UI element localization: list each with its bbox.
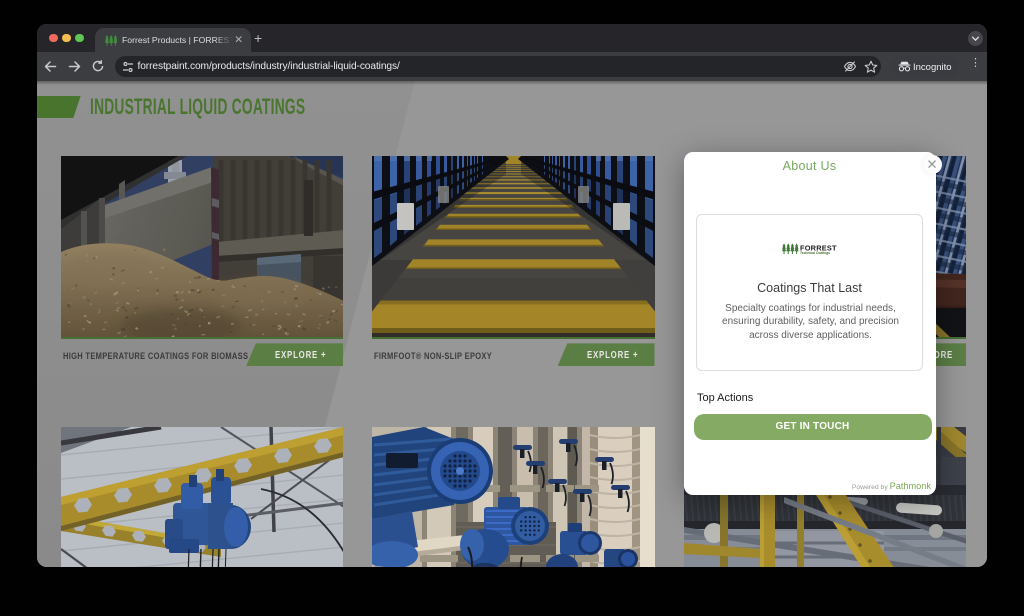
svg-text:Technical Coatings: Technical Coatings <box>800 251 830 255</box>
